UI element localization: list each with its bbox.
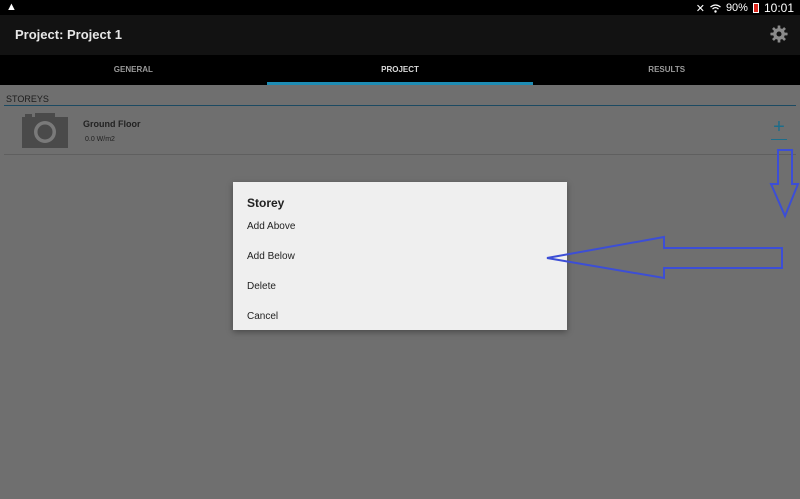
tab-bar: GENERAL PROJECT RESULTS: [0, 55, 800, 85]
app-bar: Project: Project 1: [0, 15, 800, 55]
row-divider: [4, 154, 796, 155]
dialog-title: Storey: [247, 196, 285, 210]
page-title: Project: Project 1: [15, 27, 122, 42]
status-bar: ▲ ✕ 90% 10:01: [0, 0, 800, 15]
tab-general[interactable]: GENERAL: [0, 55, 267, 85]
cancel-option[interactable]: Cancel: [247, 311, 278, 322]
storey-dialog: Storey Add Above Add Below Delete Cancel: [233, 182, 567, 330]
tab-results[interactable]: RESULTS: [533, 55, 800, 85]
add-above-option[interactable]: Add Above: [247, 221, 295, 232]
add-storey-icon[interactable]: +: [771, 117, 787, 140]
section-divider: [4, 105, 796, 106]
tab-project[interactable]: PROJECT: [266, 55, 534, 85]
warning-icon: ▲: [6, 1, 17, 13]
storey-load: 0.0 W/m2: [85, 136, 115, 143]
clock: 10:01: [763, 1, 794, 15]
delete-option[interactable]: Delete: [247, 281, 276, 292]
add-below-option[interactable]: Add Below: [247, 251, 295, 262]
battery-percent: 90%: [725, 2, 748, 14]
wifi-icon: [710, 3, 721, 13]
camera-icon[interactable]: [22, 112, 68, 148]
storey-name: Ground Floor: [83, 119, 141, 129]
battery-icon: [752, 3, 759, 13]
mute-icon: ✕: [695, 2, 705, 15]
section-header: STOREYS: [6, 94, 49, 104]
gear-icon[interactable]: [770, 25, 788, 43]
